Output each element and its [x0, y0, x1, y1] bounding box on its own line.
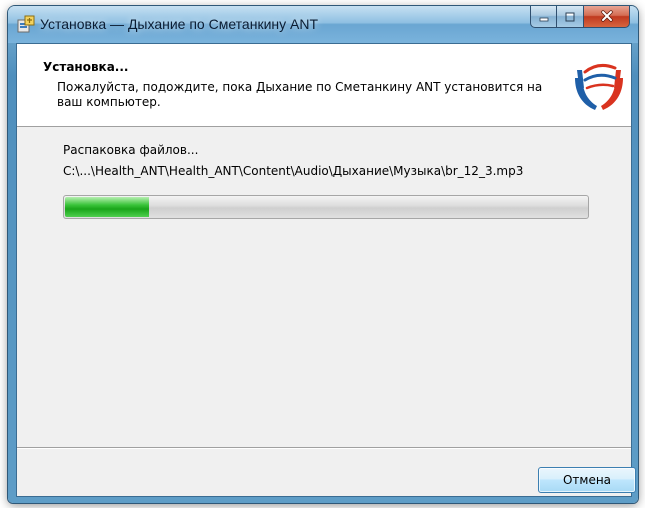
installer-window: Установка — Дыхание по Сметанкину ANT Ус… — [0, 0, 645, 508]
caption-buttons — [530, 6, 630, 28]
status-label: Распаковка файлов... — [63, 143, 199, 157]
window-title: Установка — Дыхание по Сметанкину ANT — [40, 16, 319, 32]
hands-logo-icon — [571, 58, 627, 114]
window-frame: Установка — Дыхание по Сметанкину ANT Ус… — [8, 6, 638, 503]
cancel-button[interactable]: Отмена — [538, 467, 636, 493]
footer-divider — [17, 447, 631, 449]
minimize-button[interactable] — [530, 6, 557, 28]
dialog-client-area: Установка... Пожалуйста, подождите, пока… — [16, 43, 636, 497]
maximize-icon — [564, 7, 576, 26]
minimize-icon — [538, 7, 550, 26]
current-file-path: C:\...\Health_ANT\Health_ANT\Content\Aud… — [63, 164, 524, 178]
progress-panel: Распаковка файлов... C:\...\Health_ANT\H… — [17, 127, 631, 447]
close-icon — [600, 7, 614, 26]
wizard-header: Установка... Пожалуйста, подождите, пока… — [17, 44, 631, 127]
title-bar[interactable]: Установка — Дыхание по Сметанкину ANT — [8, 6, 638, 43]
page-description: Пожалуйста, подождите, пока Дыхание по С… — [57, 80, 543, 109]
installer-icon[interactable] — [16, 14, 36, 34]
close-button[interactable] — [584, 6, 630, 28]
progress-fill — [65, 197, 149, 217]
maximize-button[interactable] — [557, 6, 584, 28]
page-title: Установка... — [43, 60, 129, 74]
install-progress-bar — [63, 195, 589, 219]
